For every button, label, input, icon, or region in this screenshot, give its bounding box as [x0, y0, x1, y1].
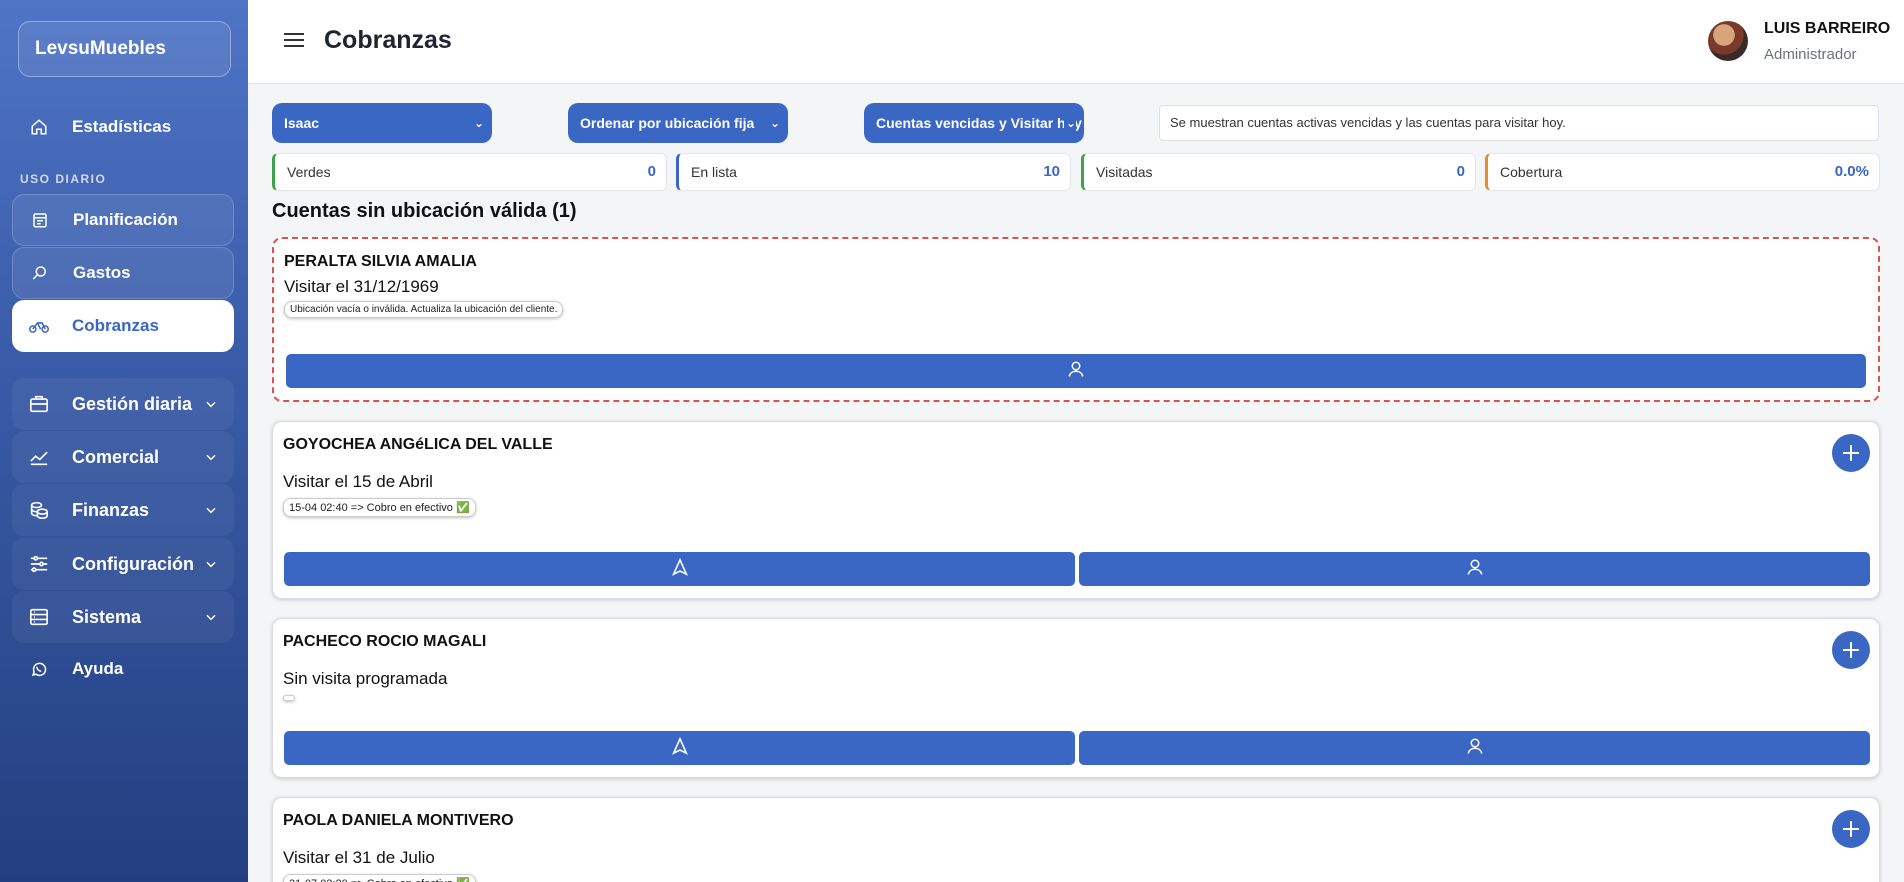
sidebar-group-finanzas[interactable]: Finanzas	[12, 484, 234, 536]
chart-line-icon	[28, 446, 50, 468]
last-payment-note: 15-04 02:40 => Cobro en efectivo ✅	[283, 498, 476, 517]
sidebar-group-label: Finanzas	[72, 499, 150, 520]
navigation-arrow-icon	[671, 736, 688, 760]
chevron-down-icon: ⌄	[1063, 103, 1076, 143]
account-name: PERALTA SILVIA AMALIA	[284, 253, 477, 270]
account-card: PAOLA DANIELA MONTIVERO Visitar el 31 de…	[272, 797, 1880, 882]
sidebar-item-label: Cobranzas	[72, 316, 159, 335]
last-payment-note	[283, 695, 295, 701]
sidebar-item-label: Ayuda	[72, 659, 124, 678]
sidebar-group-gestion-diaria[interactable]: Gestión diaria	[12, 378, 234, 430]
account-card-invalid: PERALTA SILVIA AMALIA Visitar el 31/12/1…	[272, 237, 1880, 402]
sidebar-group-label: Comercial	[72, 446, 160, 467]
sidebar-item-label: Estadísticas	[72, 117, 172, 136]
user-role: Administrador	[1764, 46, 1857, 63]
add-button[interactable]	[1832, 631, 1870, 669]
sidebar-item-ayuda[interactable]: Ayuda	[12, 643, 234, 695]
sidebar-group-label: Sistema	[72, 606, 142, 627]
user-icon	[1067, 360, 1085, 383]
page-title: Cobranzas	[324, 26, 452, 54]
order-select-value: Ordenar por ubicación fija	[580, 115, 755, 131]
stat-cobertura: Cobertura 0.0%	[1485, 153, 1880, 191]
last-payment-note: 31-07 02:20 => Cobro en efectivo ✅	[283, 874, 476, 882]
account-name: PAOLA DANIELA MONTIVERO	[283, 812, 514, 829]
location-warning-note: Ubicación vacía o inválida. Actualiza la…	[284, 301, 564, 318]
stat-label: Cobertura	[1500, 164, 1563, 180]
navigate-button[interactable]	[284, 731, 1075, 765]
account-card: GOYOCHEA ANGéLICA DEL VALLE Visitar el 1…	[272, 421, 1880, 599]
top-header: Cobranzas LUIS BARREIRO Administrador	[248, 0, 1904, 84]
visit-date: Visitar el 31/12/1969	[284, 277, 439, 296]
menu-icon[interactable]	[284, 32, 304, 53]
visit-date: Visitar el 15 de Abril	[283, 472, 433, 491]
add-button[interactable]	[1832, 810, 1870, 848]
collector-select-value: Isaac	[284, 115, 320, 131]
sidebar-group-sistema[interactable]: Sistema	[12, 591, 234, 643]
bicycle-icon	[28, 315, 50, 337]
navigate-button[interactable]	[284, 552, 1075, 586]
stat-value: 0.0%	[1834, 163, 1869, 180]
visit-date: Sin visita programada	[283, 669, 448, 688]
account-card: PACHECO ROCIO MAGALI Sin visita programa…	[272, 618, 1880, 778]
chevron-down-icon	[204, 501, 218, 522]
filter-info-text: Se muestran cuentas activas vencidas y l…	[1159, 105, 1879, 141]
visit-date: Visitar el 31 de Julio	[283, 848, 435, 867]
collector-select[interactable]: Isaac ⌄	[272, 103, 492, 143]
whatsapp-icon	[28, 658, 50, 680]
account-name: GOYOCHEA ANGéLICA DEL VALLE	[283, 436, 553, 453]
scope-select-value: Cuentas vencidas y Visitar hoy	[876, 115, 1082, 131]
sidebar-group-label: Configuración	[72, 553, 194, 574]
stat-label: Visitadas	[1096, 164, 1153, 180]
sidebar-item-cobranzas[interactable]: Cobranzas	[12, 300, 234, 352]
chevron-down-icon: ⌄	[769, 116, 780, 130]
navigation-arrow-icon	[671, 557, 688, 581]
brand-logo[interactable]: LevsuMuebles	[18, 21, 231, 77]
user-name: LUIS BARREIRO	[1764, 20, 1891, 37]
sidebar-group-configuracion[interactable]: Configuración	[12, 538, 234, 590]
sidebar-group-comercial[interactable]: Comercial	[12, 431, 234, 483]
avatar[interactable]	[1708, 21, 1748, 61]
chevron-down-icon	[204, 555, 218, 576]
stat-value: 10	[1043, 163, 1060, 180]
sidebar-item-planificacion[interactable]: Planificación	[12, 194, 234, 246]
stat-value: 0	[647, 163, 656, 180]
order-select[interactable]: Ordenar por ubicación fija ⌄	[568, 103, 788, 143]
sidebar-item-estadisticas[interactable]: Estadísticas	[12, 101, 234, 153]
user-icon	[1466, 558, 1484, 581]
search-icon	[29, 262, 51, 284]
sidebar-item-label: Gastos	[73, 263, 131, 282]
stat-value: 0	[1456, 163, 1465, 180]
client-profile-button[interactable]	[1079, 552, 1870, 586]
sidebar: LevsuMuebles Estadísticas USO DIARIO Pla…	[0, 0, 248, 882]
home-icon	[28, 116, 50, 138]
chevron-down-icon	[204, 448, 218, 469]
coins-icon	[28, 499, 50, 521]
stat-label: En lista	[691, 164, 737, 180]
sidebar-group-label: Gestión diaria	[72, 393, 193, 414]
sidebar-item-gastos[interactable]: Gastos	[12, 247, 234, 299]
sliders-icon	[28, 553, 50, 575]
sidebar-item-label: Planificación	[73, 210, 178, 229]
stat-en-lista: En lista 10	[676, 153, 1071, 191]
account-name: PACHECO ROCIO MAGALI	[283, 633, 487, 650]
chevron-down-icon: ⌄	[473, 116, 484, 130]
add-button[interactable]	[1832, 434, 1870, 472]
chevron-down-icon	[204, 608, 218, 629]
invalid-location-section-title: Cuentas sin ubicación válida (1)	[272, 200, 577, 222]
chevron-down-icon	[204, 395, 218, 416]
briefcase-icon	[28, 393, 50, 415]
scope-select[interactable]: Cuentas vencidas y Visitar hoy ⌄	[864, 103, 1084, 143]
user-icon	[1466, 737, 1484, 760]
client-profile-button[interactable]	[1079, 731, 1870, 765]
client-profile-button[interactable]	[286, 354, 1866, 388]
stat-label: Verdes	[287, 164, 331, 180]
stat-verdes: Verdes 0	[272, 153, 667, 191]
stat-visitadas: Visitadas 0	[1081, 153, 1476, 191]
server-icon	[28, 606, 50, 628]
section-label: USO DIARIO	[20, 172, 107, 186]
calendar-icon	[29, 209, 51, 231]
